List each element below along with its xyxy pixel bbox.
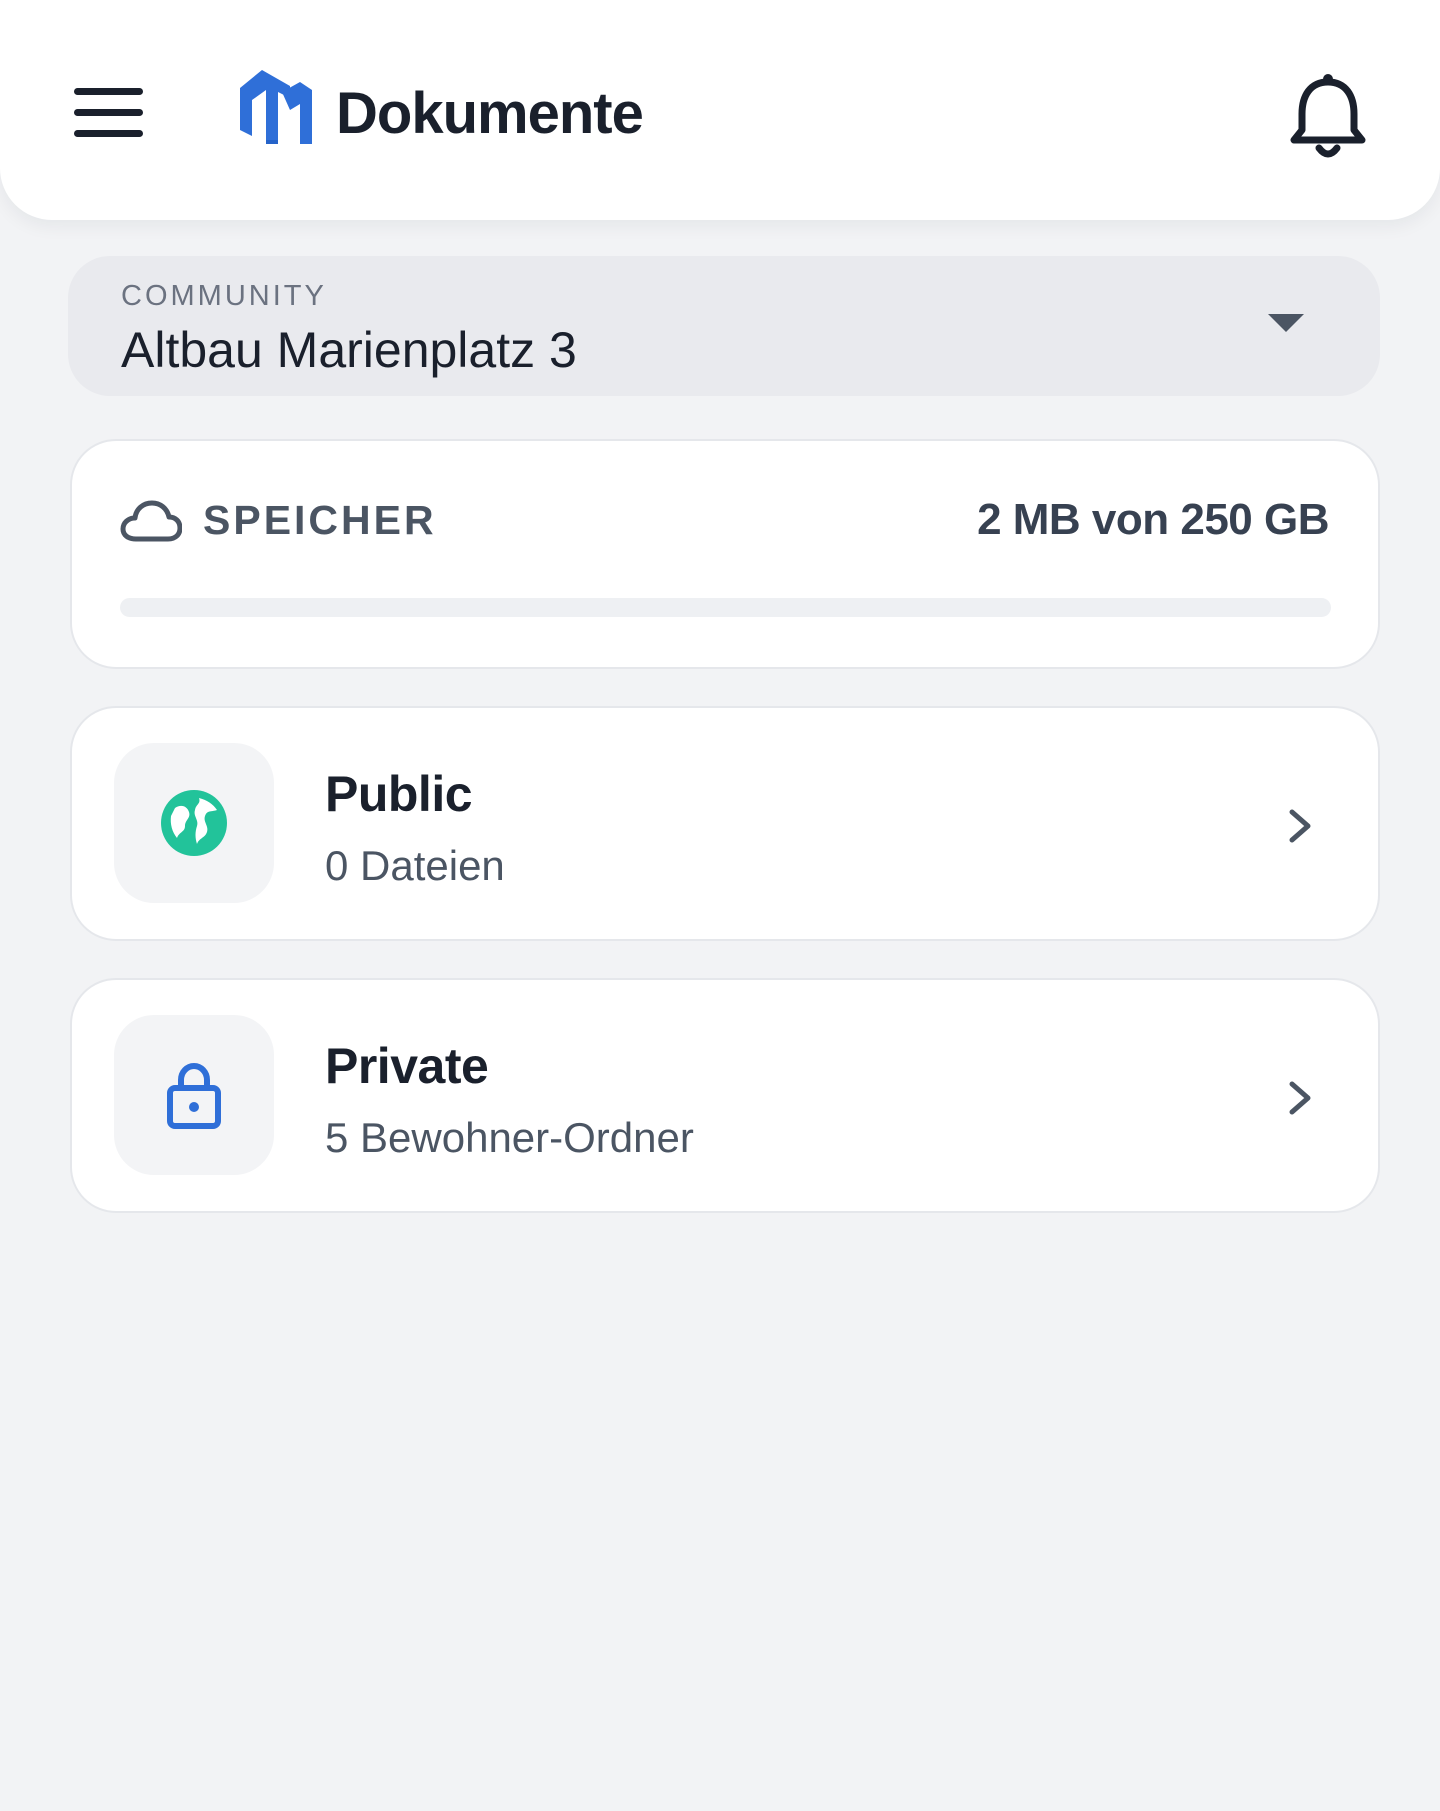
folder-title: Public: [325, 766, 473, 822]
brand-logo: [240, 70, 312, 144]
folder-subtitle: 5 Bewohner-Ordner: [325, 1114, 694, 1161]
folder-public[interactable]: Public 0 Dateien: [70, 706, 1380, 941]
hamburger-menu-icon-line: [74, 88, 143, 95]
bell-icon: [1290, 74, 1366, 158]
cloud-icon: [120, 500, 182, 542]
storage-card: SPEICHER 2 MB von 250 GB: [70, 439, 1380, 669]
page-title: Dokumente: [336, 81, 644, 146]
folder-title: Private: [325, 1038, 489, 1094]
menu-button[interactable]: [62, 78, 143, 148]
folder-icon-tile: [114, 743, 274, 903]
hamburger-menu-icon-line: [74, 130, 143, 137]
storage-label: SPEICHER: [203, 497, 437, 543]
chevron-right-icon: [1289, 809, 1311, 843]
hamburger-menu-icon-line: [74, 109, 143, 116]
folder-private[interactable]: Private 5 Bewohner-Ordner: [70, 978, 1380, 1213]
caret-down-icon: [1268, 314, 1304, 332]
globe-icon: [161, 790, 227, 856]
folder-subtitle: 0 Dateien: [325, 842, 505, 889]
notifications-button[interactable]: [1288, 70, 1368, 160]
folder-icon-tile: [114, 1015, 274, 1175]
lock-icon: [167, 1062, 221, 1129]
app-bar: Dokumente: [0, 0, 1440, 220]
community-selected-value: Altbau Marienplatz 3: [121, 322, 577, 378]
storage-progress-bar: [120, 598, 1331, 617]
storage-usage: 2 MB von 250 GB: [977, 495, 1329, 544]
community-select[interactable]: COMMUNITY Altbau Marienplatz 3: [68, 256, 1380, 396]
community-caption: COMMUNITY: [121, 280, 327, 312]
chevron-right-icon: [1289, 1081, 1311, 1115]
